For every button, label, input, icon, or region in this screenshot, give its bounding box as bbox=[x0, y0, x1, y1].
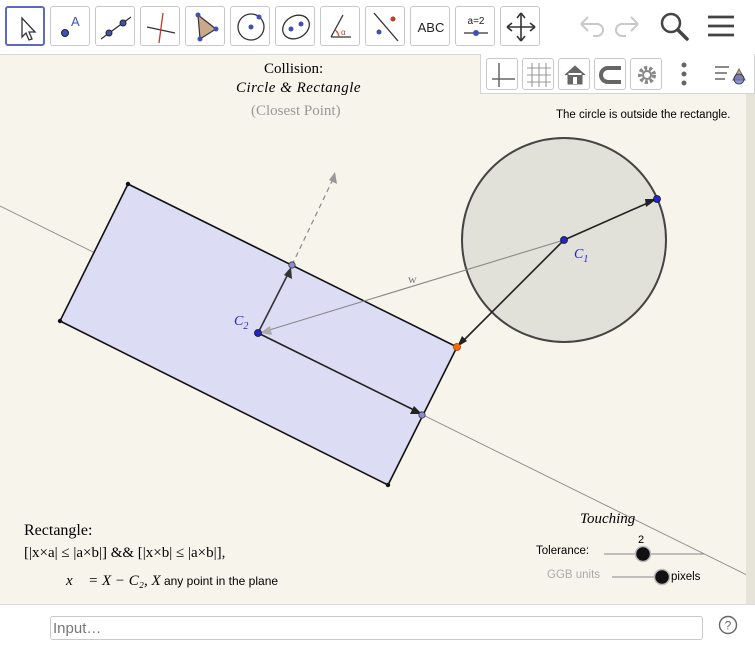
hamburger-icon bbox=[708, 15, 734, 37]
redo-icon bbox=[615, 16, 639, 37]
text-tool[interactable]: ABC bbox=[410, 6, 450, 46]
undo-button[interactable] bbox=[571, 6, 611, 46]
units-label: GGB units bbox=[547, 569, 601, 581]
toolbar: A α ABC a=2 bbox=[0, 0, 755, 55]
ellipse-icon bbox=[282, 14, 310, 40]
pixels-label: pixels bbox=[671, 571, 701, 583]
polygon-icon bbox=[195, 12, 219, 42]
slider-tool[interactable]: a=2 bbox=[455, 6, 495, 46]
redo-button[interactable] bbox=[608, 6, 648, 46]
arrow-icon bbox=[21, 16, 37, 41]
label-c1-text: C bbox=[574, 247, 584, 262]
label-c1-sub: 1 bbox=[583, 253, 589, 265]
radius-point[interactable] bbox=[653, 195, 661, 203]
tolerance-slider-knob[interactable] bbox=[634, 545, 652, 563]
main-menu-button[interactable] bbox=[701, 6, 741, 46]
label-c2: C2 bbox=[234, 314, 248, 332]
dashed-vector bbox=[291, 174, 336, 266]
gear-icon bbox=[638, 66, 656, 84]
angle-tool[interactable]: α bbox=[320, 6, 360, 46]
dashed-arrowhead bbox=[329, 172, 337, 184]
rectangle-title: Rectangle: bbox=[24, 522, 93, 539]
graphics-view[interactable] bbox=[0, 54, 755, 604]
line-icon bbox=[100, 16, 132, 40]
rectangle-formula: [|x×a| ≤ |a×b|] && [|x×b| ≤ |a×b|], bbox=[24, 545, 226, 561]
reflect-tool[interactable] bbox=[365, 6, 405, 46]
label-w: w bbox=[408, 272, 417, 286]
geometry-drawing bbox=[0, 137, 755, 586]
move-graphics-icon bbox=[506, 12, 536, 42]
point-c2[interactable] bbox=[254, 329, 262, 337]
point-tool[interactable]: A bbox=[50, 6, 90, 46]
line-tool[interactable] bbox=[95, 6, 135, 46]
reflect-icon bbox=[373, 12, 399, 42]
search-icon bbox=[660, 12, 689, 41]
label-c1: C1 bbox=[574, 247, 588, 265]
closest-point[interactable] bbox=[453, 343, 461, 351]
perpendicular-icon bbox=[146, 12, 176, 44]
grid-toggle-button[interactable] bbox=[522, 58, 554, 90]
vector-b-endpoint[interactable] bbox=[418, 411, 426, 419]
grid-icon bbox=[527, 63, 551, 87]
polygon-tool[interactable] bbox=[185, 6, 225, 46]
more-icon bbox=[681, 62, 687, 86]
text-icon: ABC bbox=[418, 20, 445, 35]
title-circle-rectangle: Circle & Rectangle bbox=[236, 80, 362, 96]
svg-text:α: α bbox=[341, 28, 346, 37]
perpendicular-tool[interactable] bbox=[140, 6, 180, 46]
input-bar bbox=[0, 604, 755, 651]
axes-toggle-button[interactable] bbox=[486, 58, 518, 90]
touching-label: Touching bbox=[580, 511, 636, 527]
status-text: The circle is outside the rectangle. bbox=[556, 109, 731, 121]
view-toggle-button[interactable] bbox=[713, 58, 749, 90]
title-closest-point: (Closest Point) bbox=[251, 103, 341, 119]
vector-formula-text: x⃗ = X − C₂, X bbox=[66, 573, 161, 589]
more-options-button[interactable] bbox=[668, 58, 700, 90]
circle-icon bbox=[237, 13, 265, 41]
search-button[interactable] bbox=[654, 6, 694, 46]
label-c2-text: C bbox=[234, 314, 244, 329]
ellipse-tool[interactable] bbox=[275, 6, 315, 46]
help-button[interactable]: ? bbox=[718, 615, 738, 635]
vector-a-endpoint[interactable] bbox=[288, 261, 296, 269]
undo-icon bbox=[580, 16, 604, 37]
slider-icon: a=2 bbox=[464, 16, 488, 36]
svg-text:a=2: a=2 bbox=[468, 16, 485, 27]
svg-text:ABC: ABC bbox=[418, 20, 445, 35]
title-collision: Collision: bbox=[264, 61, 324, 77]
svg-text:A: A bbox=[71, 14, 80, 29]
tolerance-value: 2 bbox=[638, 534, 645, 546]
move-graphics-tool[interactable] bbox=[500, 6, 540, 46]
axes-icon bbox=[492, 63, 515, 87]
settings-button[interactable] bbox=[630, 58, 662, 90]
vector-formula-note: any point in the plane bbox=[160, 574, 279, 588]
circle-tool[interactable] bbox=[230, 6, 270, 46]
tolerance-label: Tolerance: bbox=[536, 545, 590, 557]
move-tool[interactable] bbox=[5, 6, 45, 46]
canvas-edge bbox=[746, 54, 755, 604]
view-toggle-icon bbox=[715, 66, 746, 85]
units-slider-knob[interactable] bbox=[653, 568, 671, 586]
angle-icon: α bbox=[330, 14, 351, 38]
rect-corner-point[interactable] bbox=[125, 181, 131, 187]
svg-text:?: ? bbox=[725, 619, 732, 633]
help-icon: ? bbox=[718, 615, 738, 635]
rect-corner-point[interactable] bbox=[57, 318, 63, 324]
point-c1[interactable] bbox=[560, 236, 568, 244]
vector-formula: x⃗ = X − C₂, X any point in the plane bbox=[66, 573, 278, 590]
snap-button[interactable] bbox=[594, 58, 626, 90]
home-button[interactable] bbox=[558, 58, 590, 90]
rect-corner-point[interactable] bbox=[385, 482, 391, 488]
label-c2-sub: 2 bbox=[243, 320, 249, 332]
algebra-input[interactable] bbox=[50, 616, 703, 640]
home-icon bbox=[564, 65, 586, 85]
style-bar bbox=[480, 54, 755, 94]
magnet-icon bbox=[599, 66, 621, 84]
point-icon: A bbox=[61, 14, 80, 37]
